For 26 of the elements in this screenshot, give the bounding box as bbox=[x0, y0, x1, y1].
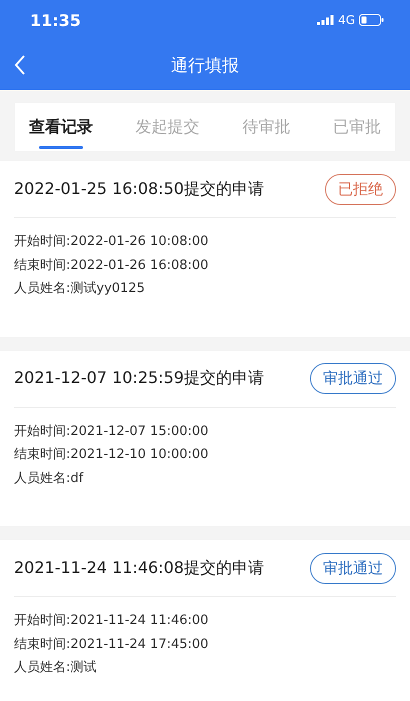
tab[interactable]: 待审批 bbox=[236, 103, 296, 151]
tab[interactable]: 查看记录 bbox=[23, 103, 99, 151]
record-detail: 开始时间:2022-01-26 10:08:00 bbox=[14, 233, 210, 251]
tab[interactable]: 已审批 bbox=[326, 103, 387, 151]
signal-icon bbox=[317, 15, 334, 25]
page-title: 通行填报 bbox=[171, 54, 239, 76]
record-detail: 结束时间:2021-11-24 17:45:00 bbox=[14, 636, 210, 654]
record-detail: 人员姓名:测试yy0125 bbox=[14, 280, 146, 298]
back-icon bbox=[14, 55, 26, 75]
record-title: 2021-12-07 10:25:59提交的申请 bbox=[14, 368, 264, 389]
battery-icon bbox=[359, 14, 384, 26]
record-title: 2022-01-25 16:08:50提交的申请 bbox=[14, 178, 264, 200]
tab[interactable]: 发起提交 bbox=[130, 103, 206, 151]
status-time: 11:35 bbox=[30, 10, 81, 30]
record-title: 2021-11-24 11:46:08提交的申请 bbox=[14, 558, 264, 578]
record-detail: 开始时间:2021-11-24 11:46:00 bbox=[14, 612, 210, 630]
status-badge: 已拒绝 bbox=[325, 174, 396, 204]
record-detail: 结束时间:2022-01-26 16:08:00 bbox=[14, 256, 210, 274]
back-button[interactable] bbox=[14, 55, 26, 75]
record-detail: 结束时间:2021-12-10 10:00:00 bbox=[14, 446, 210, 464]
record-detail: 人员姓名:df bbox=[14, 470, 84, 488]
status-badge: 审批通过 bbox=[310, 552, 396, 584]
network-label: 4G bbox=[338, 13, 355, 27]
status-badge: 审批通过 bbox=[310, 363, 396, 394]
record-detail: 人员姓名:测试 bbox=[14, 659, 98, 677]
record-detail: 开始时间:2021-12-07 15:00:00 bbox=[14, 422, 210, 440]
